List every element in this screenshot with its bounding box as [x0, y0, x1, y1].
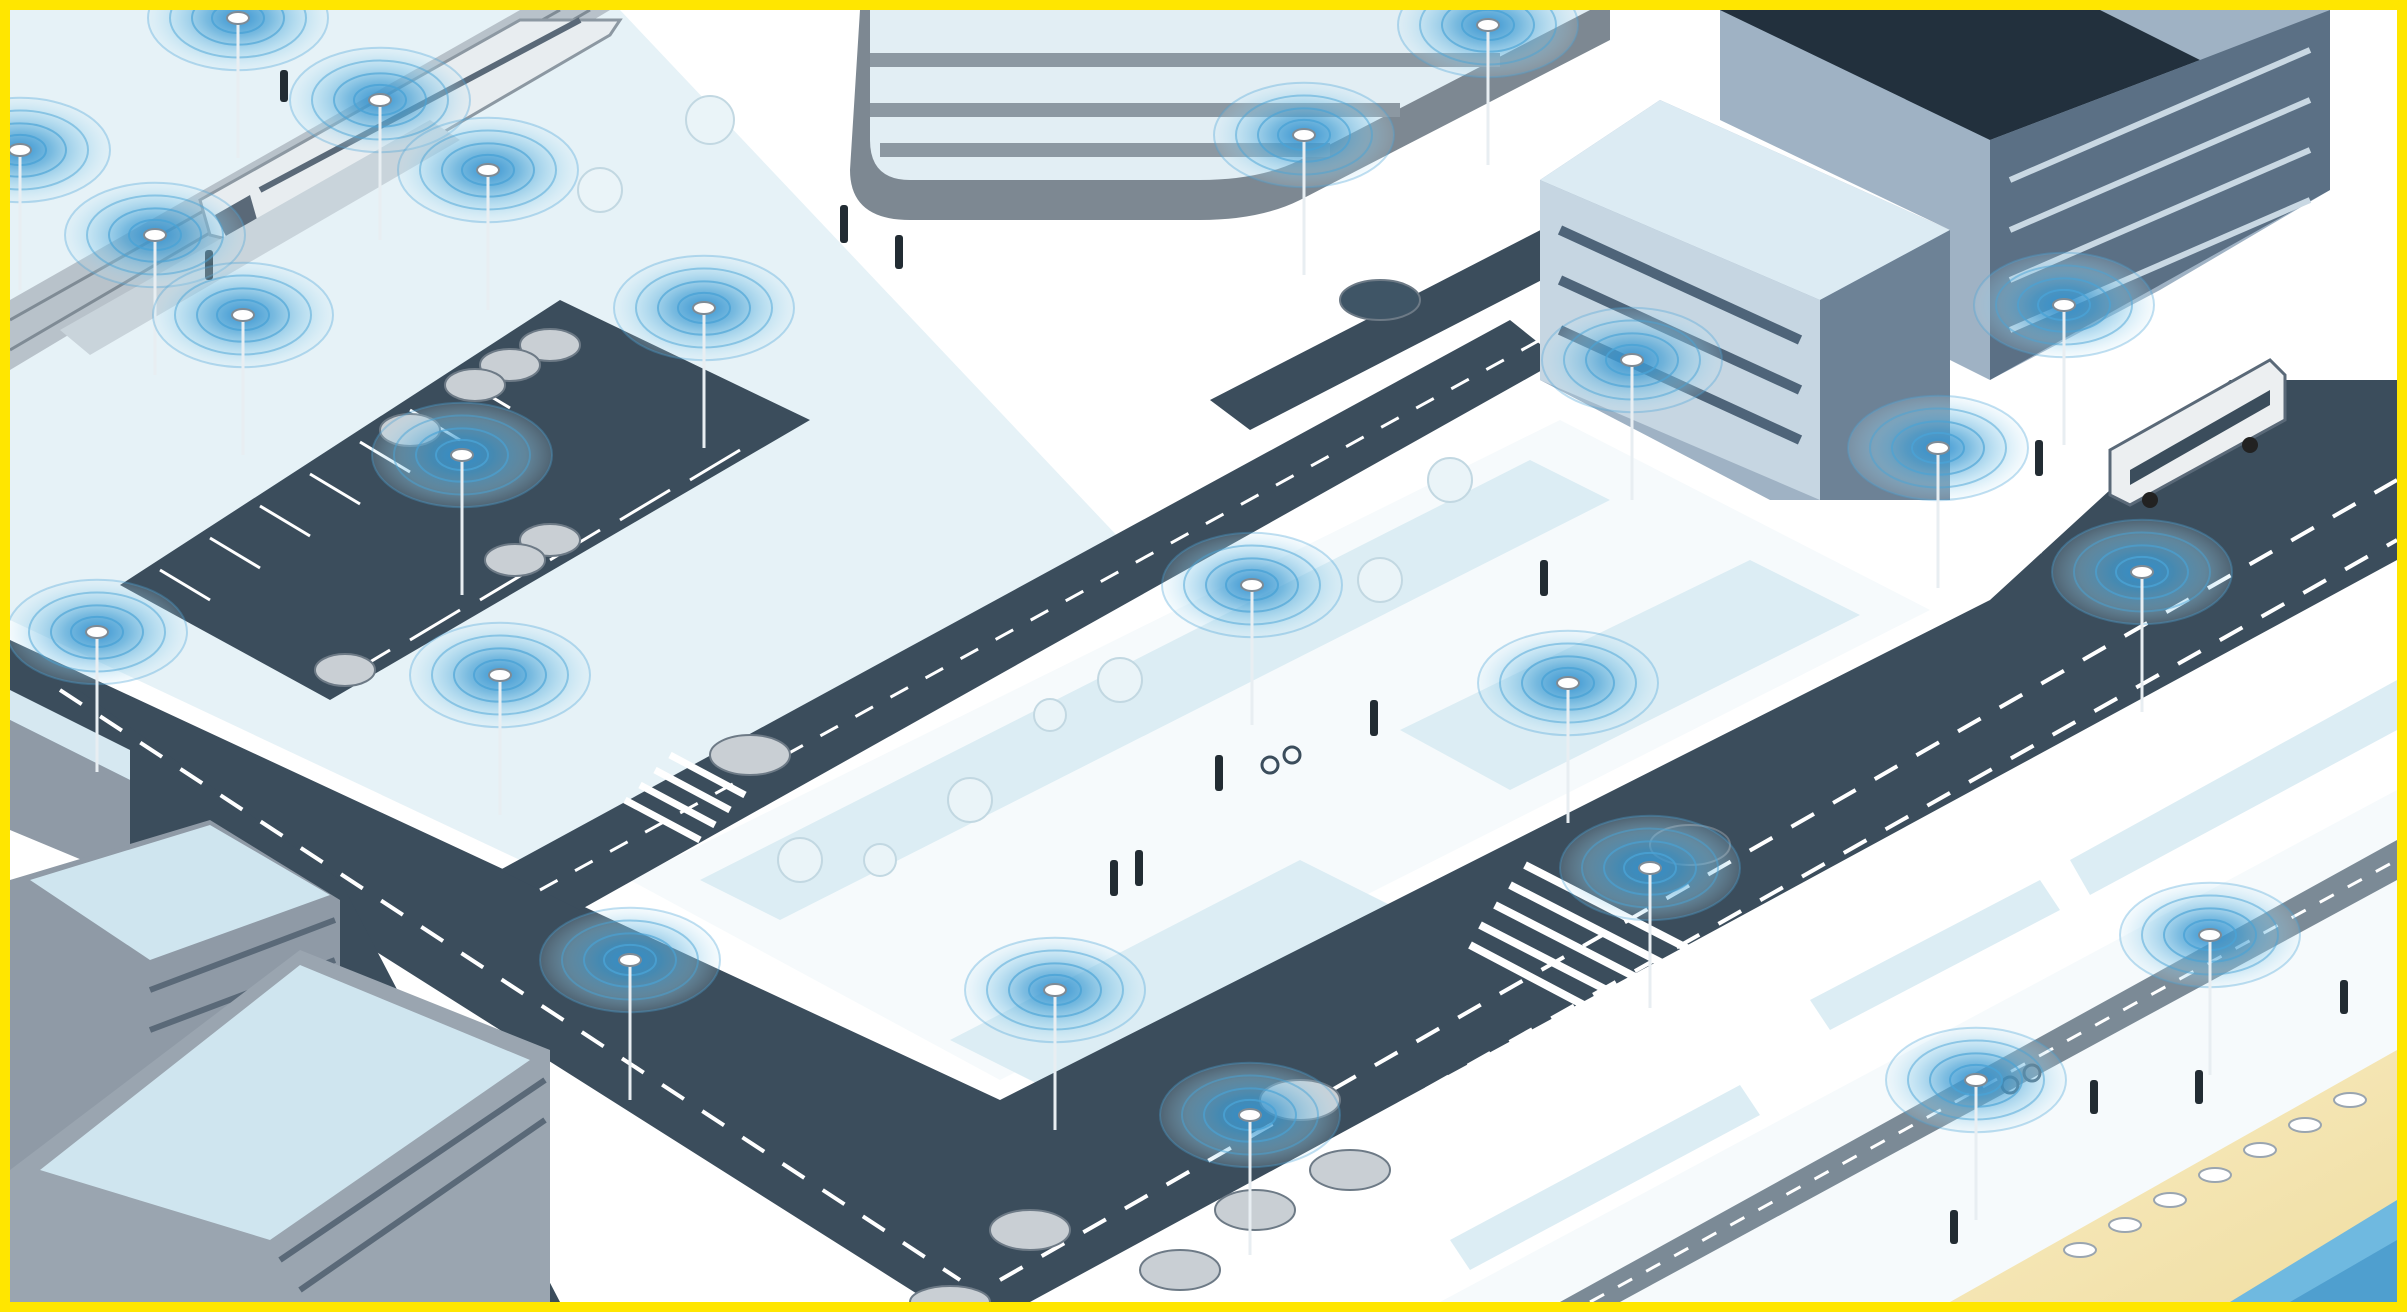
car-icon	[1214, 1189, 1296, 1231]
city-map: BUS	[10, 10, 2397, 1302]
pedestrian-icon	[2090, 1080, 2098, 1114]
pedestrian-icon	[840, 205, 848, 243]
tree-icon	[577, 167, 623, 213]
pedestrian-icon	[1370, 700, 1378, 736]
pedestrian-icon	[1950, 1210, 1958, 1244]
beach-umbrella-icon	[2153, 1192, 2187, 1208]
car-icon	[1339, 279, 1421, 321]
car-icon	[314, 653, 376, 687]
beach-umbrella-icon	[2288, 1117, 2322, 1133]
tree-icon	[685, 95, 735, 145]
car-icon	[444, 368, 506, 402]
beach-umbrella-icon	[2063, 1242, 2097, 1258]
pedestrian-icon	[2195, 1070, 2203, 1104]
beach-umbrella-icon	[2108, 1217, 2142, 1233]
pedestrian-icon	[1135, 850, 1143, 886]
car-icon	[484, 543, 546, 577]
car-icon	[1139, 1249, 1221, 1291]
pedestrian-icon	[1540, 560, 1548, 596]
tree-icon	[1357, 557, 1403, 603]
tree-icon	[1033, 698, 1067, 732]
pedestrian-icon	[1215, 755, 1223, 791]
pedestrian-icon	[280, 70, 288, 102]
beach-umbrella-icon	[2333, 1092, 2367, 1108]
beach-umbrella-icon	[2198, 1167, 2232, 1183]
pedestrian-icon	[895, 235, 903, 269]
smart-city-illustration: BUS	[0, 0, 2407, 1312]
tree-icon	[947, 777, 993, 823]
tree-icon	[777, 837, 823, 883]
pedestrian-icon	[2035, 440, 2043, 476]
beach-umbrella-icon	[2243, 1142, 2277, 1158]
tree-icon	[1427, 457, 1473, 503]
tree-icon	[1097, 657, 1143, 703]
car-icon	[1309, 1149, 1391, 1191]
car-icon	[989, 1209, 1071, 1251]
car-icon	[709, 734, 791, 776]
tree-icon	[863, 843, 897, 877]
pedestrian-icon	[2340, 980, 2348, 1014]
pedestrian-icon	[1110, 860, 1118, 896]
